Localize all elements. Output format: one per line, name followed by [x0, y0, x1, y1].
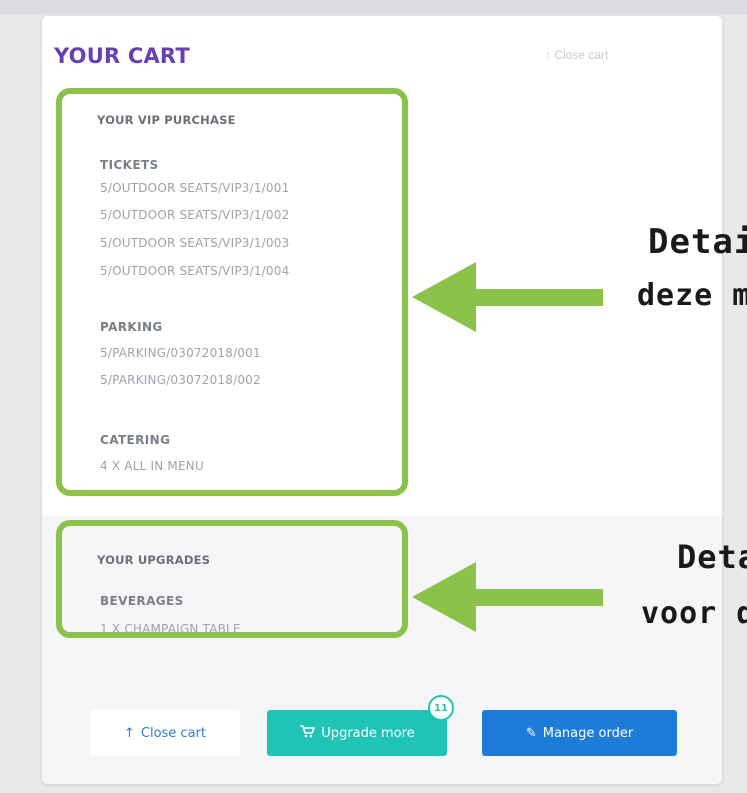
close-cart-button[interactable]: ↑ Close cart — [90, 710, 240, 756]
manage-order-label: Manage order — [542, 725, 634, 741]
close-cart-label: Close cart — [140, 725, 206, 741]
pencil-icon: ✎ — [525, 725, 537, 741]
annotation-arrows — [412, 262, 603, 632]
upgrade-more-label: Upgrade more — [321, 725, 415, 741]
annotation-text-2a: Deta — [677, 538, 747, 576]
manage-order-button[interactable]: ✎ Manage order — [482, 710, 677, 756]
cart-icon — [299, 724, 316, 742]
annotation-text-1a: Detail — [648, 222, 747, 262]
upgrade-more-button[interactable]: Upgrade more — [267, 710, 447, 756]
annotation-text-1b: deze m — [637, 278, 747, 313]
arrow-left-icon — [412, 562, 603, 632]
up-arrow-icon: ↑ — [123, 725, 135, 741]
annotation-text-2b: voor d — [641, 596, 747, 631]
arrow-left-icon — [412, 262, 603, 332]
upgrade-count-badge: 11 — [428, 695, 454, 721]
